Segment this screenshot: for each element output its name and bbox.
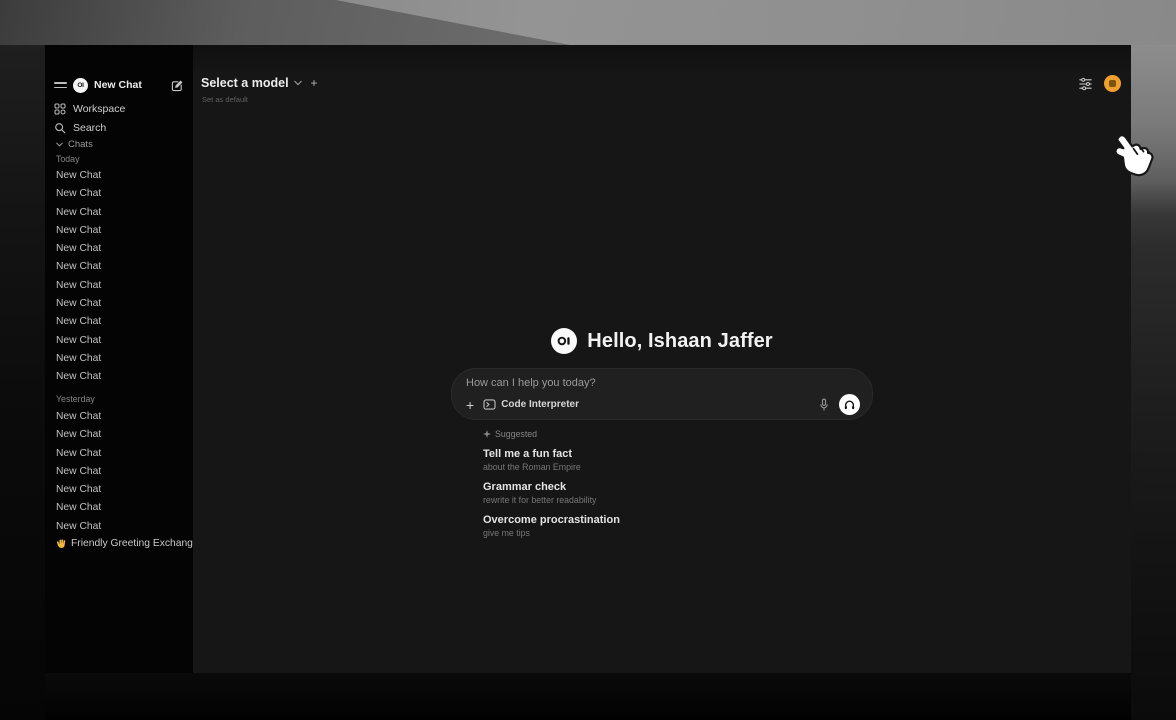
model-selector[interactable]: Select a model + xyxy=(201,76,318,90)
suggested-prompt[interactable]: Overcome procrastination give me tips xyxy=(483,514,873,538)
code-interpreter-icon xyxy=(483,399,496,410)
controls-sliders-icon[interactable] xyxy=(1078,77,1093,91)
chat-item[interactable]: New Chat xyxy=(45,426,193,444)
chats-header-label: Chats xyxy=(68,139,93,150)
wallpaper-diagonal-shape xyxy=(0,0,600,45)
set-as-default-button[interactable]: Set as default xyxy=(202,95,248,104)
sidebar-header: OI New Chat xyxy=(54,75,184,95)
workspace-label: Workspace xyxy=(73,103,125,115)
desktop: OI New Chat Workspace xyxy=(0,0,1176,720)
chat-input[interactable] xyxy=(466,377,860,389)
greeting: Hello, Ishaan Jaffer xyxy=(451,326,873,356)
chat-item[interactable]: New Chat xyxy=(45,258,193,276)
composer-toolbar: + Code Interpreter xyxy=(466,394,860,415)
chat-list-today: New ChatNew ChatNew ChatNew ChatNew Chat… xyxy=(45,167,193,387)
search-label: Search xyxy=(73,122,106,134)
suggested-list: Tell me a fun fact about the Roman Empir… xyxy=(483,448,873,538)
sidebar-item-search[interactable]: Search xyxy=(54,119,184,137)
chat-item[interactable]: New Chat xyxy=(45,204,193,222)
greeting-text: Hello, Ishaan Jaffer xyxy=(587,330,772,353)
user-avatar[interactable] xyxy=(1104,75,1121,92)
chevron-down-icon xyxy=(56,142,63,147)
add-model-button[interactable]: + xyxy=(311,76,318,90)
voice-call-button[interactable] xyxy=(839,394,860,415)
main-pane: Select a model + Set as default xyxy=(193,45,1131,673)
workspace-grid-icon xyxy=(54,103,66,115)
sidebar: OI New Chat Workspace xyxy=(45,45,193,673)
chat-item[interactable]: New Chat xyxy=(45,408,193,426)
suggested-prompt-title: Tell me a fun fact xyxy=(483,448,873,460)
pinned-chat-label: Friendly Greeting Exchange xyxy=(71,538,199,549)
sparkle-icon xyxy=(483,430,491,438)
code-interpreter-label: Code Interpreter xyxy=(501,399,579,410)
oi-logo-glyph xyxy=(557,335,572,347)
wallpaper-right xyxy=(1131,45,1176,720)
sidebar-item-workspace[interactable]: Workspace xyxy=(54,100,184,118)
chat-item[interactable]: New Chat xyxy=(45,167,193,185)
chat-item[interactable]: New Chat xyxy=(45,332,193,350)
composer: + Code Interpreter xyxy=(451,368,873,420)
new-chat-pencil-icon[interactable] xyxy=(171,79,184,92)
chat-item[interactable]: New Chat xyxy=(45,222,193,240)
model-selector-label: Select a model xyxy=(201,76,289,90)
search-icon xyxy=(54,122,66,134)
suggested-prompt[interactable]: Grammar check rewrite it for better read… xyxy=(483,481,873,505)
suggested-prompt[interactable]: Tell me a fun fact about the Roman Empir… xyxy=(483,448,873,472)
suggested-prompt-subtitle: about the Roman Empire xyxy=(483,462,873,472)
chat-item[interactable]: New Chat xyxy=(45,295,193,313)
header-right-controls xyxy=(1078,75,1121,92)
sidebar-toggle-icon[interactable] xyxy=(54,82,67,88)
microphone-button[interactable] xyxy=(818,398,830,412)
microphone-icon xyxy=(818,398,830,412)
center-content: Hello, Ishaan Jaffer + Code Interpreter xyxy=(451,326,873,538)
greeting-logo-icon xyxy=(551,328,577,354)
suggested-header: Suggested xyxy=(483,429,873,439)
wallpaper-top xyxy=(0,0,1176,45)
chat-item[interactable]: New Chat xyxy=(45,350,193,368)
chat-item[interactable]: New Chat xyxy=(45,313,193,331)
chat-item[interactable]: New Chat xyxy=(45,499,193,517)
sidebar-title: New Chat xyxy=(94,79,165,91)
chat-item[interactable]: New Chat xyxy=(45,240,193,258)
section-label-today: Today xyxy=(56,154,79,164)
wave-hand-icon xyxy=(56,538,67,549)
suggested-label: Suggested xyxy=(495,429,537,439)
chat-item[interactable]: New Chat xyxy=(45,185,193,203)
headphones-icon xyxy=(843,399,856,411)
chat-item[interactable]: New Chat xyxy=(45,368,193,386)
chat-item[interactable]: New Chat xyxy=(45,518,193,536)
section-label-yesterday: Yesterday xyxy=(56,394,95,404)
attach-button[interactable]: + xyxy=(466,399,474,411)
chat-item[interactable]: New Chat xyxy=(45,445,193,463)
suggested-prompt-subtitle: give me tips xyxy=(483,528,873,538)
chat-list-yesterday: New ChatNew ChatNew ChatNew ChatNew Chat… xyxy=(45,408,193,536)
wallpaper-left xyxy=(0,45,45,720)
avatar-glyph xyxy=(1109,80,1116,87)
chat-item[interactable]: New Chat xyxy=(45,463,193,481)
suggested-section: Suggested Tell me a fun fact about the R… xyxy=(451,429,873,538)
code-interpreter-toggle[interactable]: Code Interpreter xyxy=(483,399,579,410)
chats-section-toggle[interactable]: Chats xyxy=(56,137,93,151)
chevron-down-icon xyxy=(294,80,302,86)
suggested-prompt-subtitle: rewrite it for better readability xyxy=(483,495,873,505)
app-window: OI New Chat Workspace xyxy=(45,45,1131,673)
wallpaper-bottom xyxy=(45,673,1131,720)
chat-item-friendly-greeting[interactable]: Friendly Greeting Exchange xyxy=(56,538,199,549)
suggested-prompt-title: Grammar check xyxy=(483,481,873,493)
chat-item[interactable]: New Chat xyxy=(45,481,193,499)
app-logo-icon: OI xyxy=(73,78,88,93)
chat-item[interactable]: New Chat xyxy=(45,277,193,295)
app-logo-text: OI xyxy=(77,82,83,89)
suggested-prompt-title: Overcome procrastination xyxy=(483,514,873,526)
